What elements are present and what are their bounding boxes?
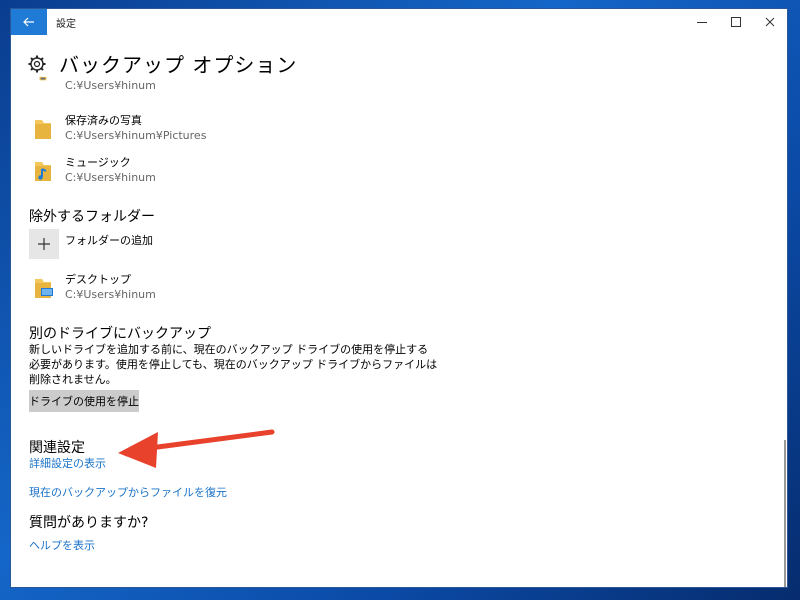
title-bar: 設定	[11, 9, 787, 35]
gear-icon	[28, 55, 46, 72]
folder-path: C:¥Users¥hinum	[65, 79, 156, 92]
restore-files-link[interactable]: 現在のバックアップからファイルを復元	[29, 484, 227, 500]
music-folder-icon	[35, 162, 51, 181]
folder-name: デスクトップ	[65, 273, 131, 286]
backup-folder-item[interactable]: C:¥Users¥hinum	[29, 76, 156, 93]
page-title: バックアップ オプション	[59, 53, 298, 77]
page-header: バックアップ オプション	[27, 49, 297, 78]
folder-name: ミュージック	[65, 156, 131, 169]
add-folder-label[interactable]: フォルダーの追加	[65, 232, 153, 248]
advanced-settings-link[interactable]: 詳細設定の表示	[29, 455, 106, 471]
stop-using-drive-button[interactable]: ドライブの使用を停止	[29, 390, 139, 412]
description-line: 新しいドライブを追加する前に、現在のバックアップ ドライブの使用を停止する	[29, 343, 429, 356]
arrow-left-icon	[23, 17, 34, 27]
other-drive-description: 新しいドライブを追加する前に、現在のバックアップ ドライブの使用を停止する 必要…	[29, 342, 438, 387]
other-drive-heading: 別のドライブにバックアップ	[29, 326, 211, 342]
settings-window: 設定 バックアップ オプション C:¥Users¥hinum 保存済みの写真 C…	[10, 8, 788, 588]
desktop-folder-icon	[35, 279, 53, 298]
settings-content: バックアップ オプション C:¥Users¥hinum 保存済みの写真 C:¥U…	[11, 35, 787, 587]
plus-icon	[38, 238, 50, 250]
minimize-button[interactable]	[685, 9, 719, 35]
backup-folder-item[interactable]: 保存済みの写真 C:¥Users¥hinum¥Pictures	[29, 113, 206, 143]
backup-folder-item[interactable]: ミュージック C:¥Users¥hinum	[29, 155, 156, 185]
folder-path: C:¥Users¥hinum¥Pictures	[65, 129, 207, 142]
folder-icon	[39, 76, 47, 81]
maximize-icon	[731, 17, 741, 27]
related-settings-heading: 関連設定	[29, 440, 85, 456]
description-line: 必要があります。使用を停止しても、現在のバックアップ ドライブからファイルは	[29, 358, 438, 371]
maximize-button[interactable]	[719, 9, 753, 35]
folder-path: C:¥Users¥hinum	[65, 288, 156, 301]
folder-icon	[35, 120, 51, 139]
show-help-link[interactable]: ヘルプを表示	[29, 537, 95, 553]
close-icon	[765, 17, 775, 27]
close-button[interactable]	[753, 9, 787, 35]
scrollbar[interactable]	[784, 440, 786, 587]
window-title: 設定	[56, 19, 76, 30]
folder-name: 保存済みの写真	[65, 114, 142, 127]
excluded-folders-heading: 除外するフォルダー	[29, 209, 155, 225]
back-button[interactable]	[11, 9, 47, 35]
help-heading: 質問がありますか?	[29, 515, 149, 531]
add-folder-button[interactable]	[29, 229, 59, 259]
excluded-folder-item[interactable]: デスクトップ C:¥Users¥hinum	[29, 272, 156, 302]
description-line: 削除されません。	[29, 373, 117, 386]
folder-path: C:¥Users¥hinum	[65, 171, 156, 184]
minimize-icon	[697, 21, 707, 23]
